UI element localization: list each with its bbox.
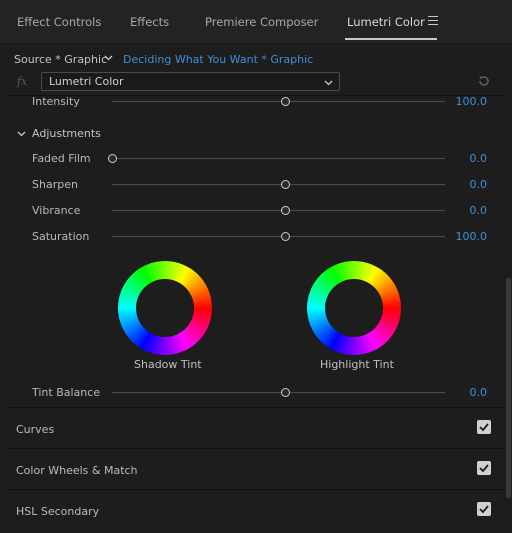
saturation-row: Saturation 100.0	[0, 227, 505, 247]
intensity-slider-track[interactable]	[112, 101, 445, 102]
faded-film-slider-handle[interactable]	[108, 154, 117, 163]
chevron-down-icon[interactable]	[17, 129, 26, 138]
faded-film-label: Faded Film	[32, 152, 91, 165]
saturation-label: Saturation	[32, 230, 90, 243]
hsl-secondary-label[interactable]: HSL Secondary	[16, 505, 99, 518]
saturation-value[interactable]: 100.0	[456, 230, 488, 243]
vibrance-label: Vibrance	[32, 204, 81, 217]
tab-effect-controls[interactable]: Effect Controls	[17, 15, 101, 29]
adjustments-section-header[interactable]: Adjustments	[0, 124, 505, 144]
panel-tab-bar: Effect Controls Effects Premiere Compose…	[0, 0, 512, 44]
tint-balance-label: Tint Balance	[32, 386, 101, 399]
tab-lumetri-color[interactable]: Lumetri Color	[347, 15, 425, 29]
saturation-slider-handle[interactable]	[281, 232, 291, 241]
curves-label[interactable]: Curves	[16, 423, 54, 436]
color-wheels-match-section[interactable]: Color Wheels & Match	[5, 448, 504, 488]
source-clip-link[interactable]: Deciding What You Want * Graphic	[123, 53, 313, 66]
tint-balance-row: Tint Balance 0.0	[0, 383, 505, 403]
sharpen-slider-handle[interactable]	[281, 180, 291, 189]
source-label: Source * Graphic	[14, 53, 108, 66]
intensity-row: Intensity 100.0	[0, 92, 505, 112]
hamburger-menu-icon[interactable]	[428, 16, 438, 26]
sharpen-row: Sharpen 0.0	[0, 175, 505, 195]
faded-film-row: Faded Film 0.0	[0, 149, 505, 169]
color-wheels-match-label[interactable]: Color Wheels & Match	[16, 464, 138, 477]
hsl-secondary-enable-checkbox[interactable]	[477, 502, 491, 516]
hsl-secondary-section[interactable]: HSL Secondary	[5, 489, 504, 529]
curves-section[interactable]: Curves	[5, 407, 504, 447]
color-wheels-match-enable-checkbox[interactable]	[477, 461, 491, 475]
tab-premiere-composer[interactable]: Premiere Composer	[205, 15, 318, 29]
vibrance-row: Vibrance 0.0	[0, 201, 505, 221]
faded-film-slider-track[interactable]	[112, 158, 445, 159]
saturation-slider-track[interactable]	[112, 236, 445, 237]
vibrance-value[interactable]: 0.0	[470, 204, 488, 217]
active-tab-indicator	[345, 38, 437, 40]
effect-dropdown-value: Lumetri Color	[49, 75, 124, 88]
highlight-tint-wheel[interactable]	[307, 261, 401, 355]
reset-icon[interactable]	[477, 74, 491, 88]
tint-balance-slider-track[interactable]	[112, 392, 445, 393]
source-selector-row: Source * Graphic Deciding What You Want …	[0, 48, 512, 70]
effect-dropdown[interactable]: Lumetri Color	[41, 72, 340, 91]
tint-balance-slider-handle[interactable]	[281, 388, 291, 397]
chevron-down-icon[interactable]	[104, 53, 113, 62]
intensity-value[interactable]: 100.0	[456, 95, 488, 108]
intensity-label: Intensity	[32, 95, 80, 108]
highlight-tint-label: Highlight Tint	[320, 358, 394, 371]
intensity-slider-handle[interactable]	[281, 97, 291, 106]
curves-enable-checkbox[interactable]	[477, 420, 491, 434]
vibrance-slider-track[interactable]	[112, 210, 445, 211]
adjustments-label[interactable]: Adjustments	[32, 127, 101, 140]
faded-film-value[interactable]: 0.0	[470, 152, 488, 165]
sharpen-slider-track[interactable]	[112, 184, 445, 185]
scrollbar-thumb[interactable]	[506, 278, 511, 498]
sharpen-value[interactable]: 0.0	[470, 178, 488, 191]
panel-scrollbar[interactable]	[505, 98, 512, 533]
shadow-tint-label: Shadow Tint	[134, 358, 202, 371]
tab-effects[interactable]: Effects	[130, 15, 169, 29]
effect-row: fx Lumetri Color	[0, 70, 512, 94]
fx-icon: fx	[17, 75, 28, 88]
chevron-down-icon	[324, 80, 333, 86]
sharpen-label: Sharpen	[32, 178, 78, 191]
tint-balance-value[interactable]: 0.0	[470, 386, 488, 399]
shadow-tint-wheel[interactable]	[118, 261, 212, 355]
vibrance-slider-handle[interactable]	[281, 206, 291, 215]
